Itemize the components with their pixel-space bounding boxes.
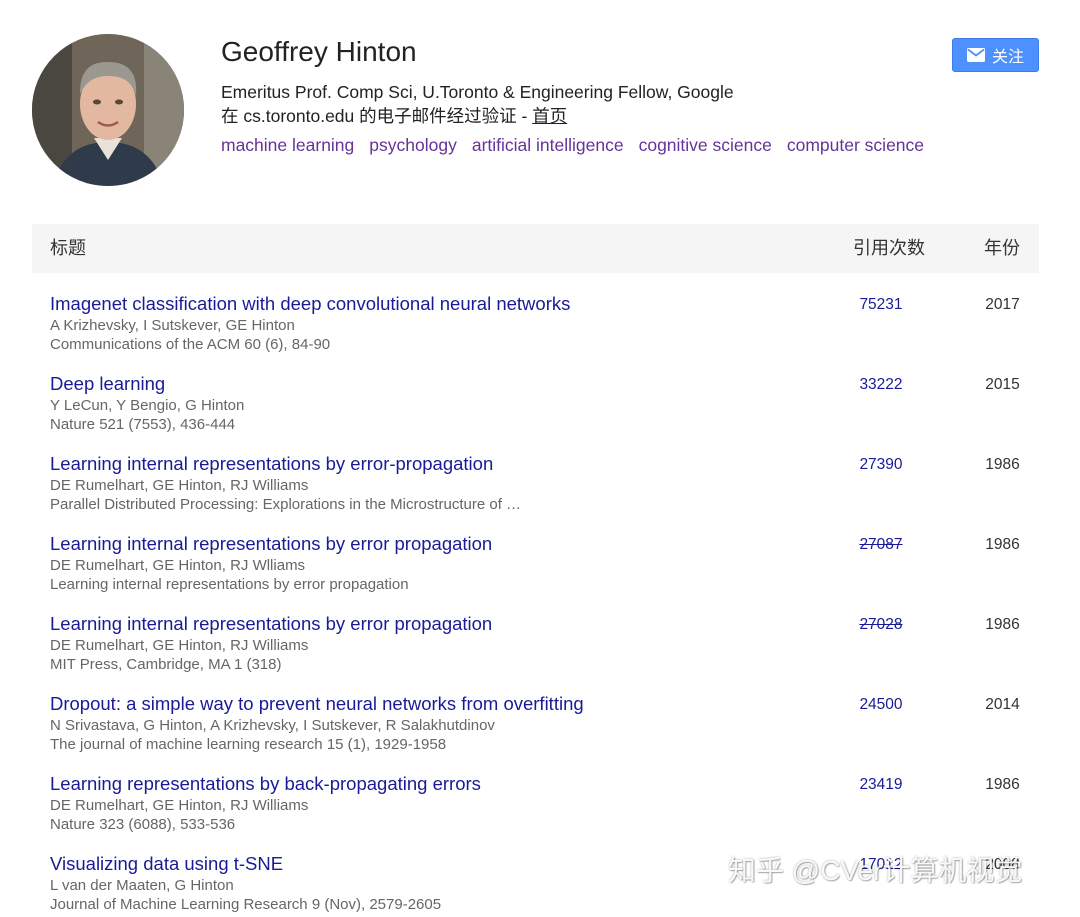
- article-row: Dropout: a simple way to prevent neural …: [50, 693, 1025, 763]
- article-authors: L van der Maaten, G Hinton: [50, 877, 234, 894]
- avatar-portrait: [32, 34, 184, 186]
- column-header-year[interactable]: 年份: [984, 238, 1020, 258]
- verified-email: 在 cs.toronto.edu 的电子邮件经过验证 - 首页: [221, 106, 567, 126]
- article-authors: DE Rumelhart, GE Hinton, RJ Williams: [50, 477, 309, 494]
- profile-name: Geoffrey Hinton: [221, 36, 417, 67]
- article-year: 2014: [985, 696, 1020, 713]
- article-cited-by[interactable]: 23419: [836, 775, 926, 795]
- profile-avatar: [32, 34, 184, 186]
- article-venue: Parallel Distributed Processing: Explora…: [50, 496, 522, 513]
- verified-email-text: 在 cs.toronto.edu 的电子邮件经过验证 -: [221, 106, 533, 126]
- article-row: Deep learning Y LeCun, Y Bengio, G Hinto…: [50, 373, 1025, 443]
- interest-machine-learning[interactable]: machine learning: [221, 135, 354, 155]
- envelope-icon: [966, 48, 985, 62]
- article-title[interactable]: Learning internal representations by err…: [50, 453, 493, 475]
- research-interests: machine learning psychology artificial int…: [221, 135, 939, 155]
- article-cited-by[interactable]: 33222: [836, 375, 926, 395]
- article-venue: MIT Press, Cambridge, MA 1 (318): [50, 656, 282, 673]
- article-venue: The journal of machine learning research…: [50, 736, 447, 753]
- article-venue: Nature 521 (7553), 436-444: [50, 416, 236, 433]
- article-title[interactable]: Dropout: a simple way to prevent neural …: [50, 693, 584, 715]
- article-venue: Journal of Machine Learning Research 9 (…: [50, 896, 442, 913]
- article-cited-by[interactable]: 27390: [836, 455, 926, 475]
- article-row: Learning internal representations by err…: [50, 453, 1025, 523]
- article-cited-by[interactable]: 27028: [836, 615, 926, 635]
- column-header-title[interactable]: 标题: [50, 238, 86, 258]
- article-authors: DE Rumelhart, GE Hinton, RJ Wlliams: [50, 557, 306, 574]
- article-title[interactable]: Imagenet classification with deep convol…: [50, 293, 570, 315]
- follow-button[interactable]: 关注: [952, 38, 1039, 72]
- article-venue: Communications of the ACM 60 (6), 84-90: [50, 336, 331, 353]
- article-year: 1986: [985, 776, 1020, 793]
- article-authors: DE Rumelhart, GE Hinton, RJ Williams: [50, 797, 309, 814]
- article-cited-by[interactable]: 75231: [836, 295, 926, 315]
- article-authors: DE Rumelhart, GE Hinton, RJ Williams: [50, 637, 309, 654]
- interest-computer-science[interactable]: computer science: [787, 135, 924, 155]
- article-row: Learning internal representations by err…: [50, 613, 1025, 683]
- homepage-link[interactable]: 首页: [532, 106, 567, 126]
- article-year: 1986: [985, 616, 1020, 633]
- article-title[interactable]: Learning internal representations by err…: [50, 613, 492, 635]
- article-cited-by[interactable]: 27087: [836, 535, 926, 555]
- article-cited-by[interactable]: 24500: [836, 695, 926, 715]
- article-title[interactable]: Deep learning: [50, 373, 165, 395]
- article-venue: Nature 323 (6088), 533-536: [50, 816, 236, 833]
- article-authors: A Krizhevsky, I Sutskever, GE Hinton: [50, 317, 295, 334]
- article-title[interactable]: Learning representations by back-propaga…: [50, 773, 481, 795]
- interest-artificial-intelligence[interactable]: artificial intelligence: [472, 135, 624, 155]
- article-row: Learning internal representations by err…: [50, 533, 1025, 603]
- article-year: 2017: [985, 296, 1020, 313]
- article-year: 1986: [985, 456, 1020, 473]
- watermark: 知乎 @CVer计算机视觉: [728, 855, 1023, 886]
- interest-psychology[interactable]: psychology: [369, 135, 457, 155]
- follow-button-label: 关注: [991, 49, 1024, 66]
- article-year: 1986: [985, 536, 1020, 553]
- article-title[interactable]: Visualizing data using t-SNE: [50, 853, 283, 875]
- article-title[interactable]: Learning internal representations by err…: [50, 533, 492, 555]
- article-year: 2015: [985, 376, 1020, 393]
- article-row: Learning representations by back-propaga…: [50, 773, 1025, 843]
- articles-table-header: 标题 引用次数 年份: [32, 224, 1039, 273]
- article-row: Imagenet classification with deep convol…: [50, 293, 1025, 363]
- article-authors: Y LeCun, Y Bengio, G Hinton: [50, 397, 245, 414]
- profile-affiliation: Emeritus Prof. Comp Sci, U.Toronto & Eng…: [221, 82, 734, 102]
- column-header-cited-by[interactable]: 引用次数: [853, 238, 925, 258]
- article-venue: Learning internal representations by err…: [50, 576, 409, 593]
- article-authors: N Srivastava, G Hinton, A Krizhevsky, I …: [50, 717, 495, 734]
- interest-cognitive-science[interactable]: cognitive science: [639, 135, 772, 155]
